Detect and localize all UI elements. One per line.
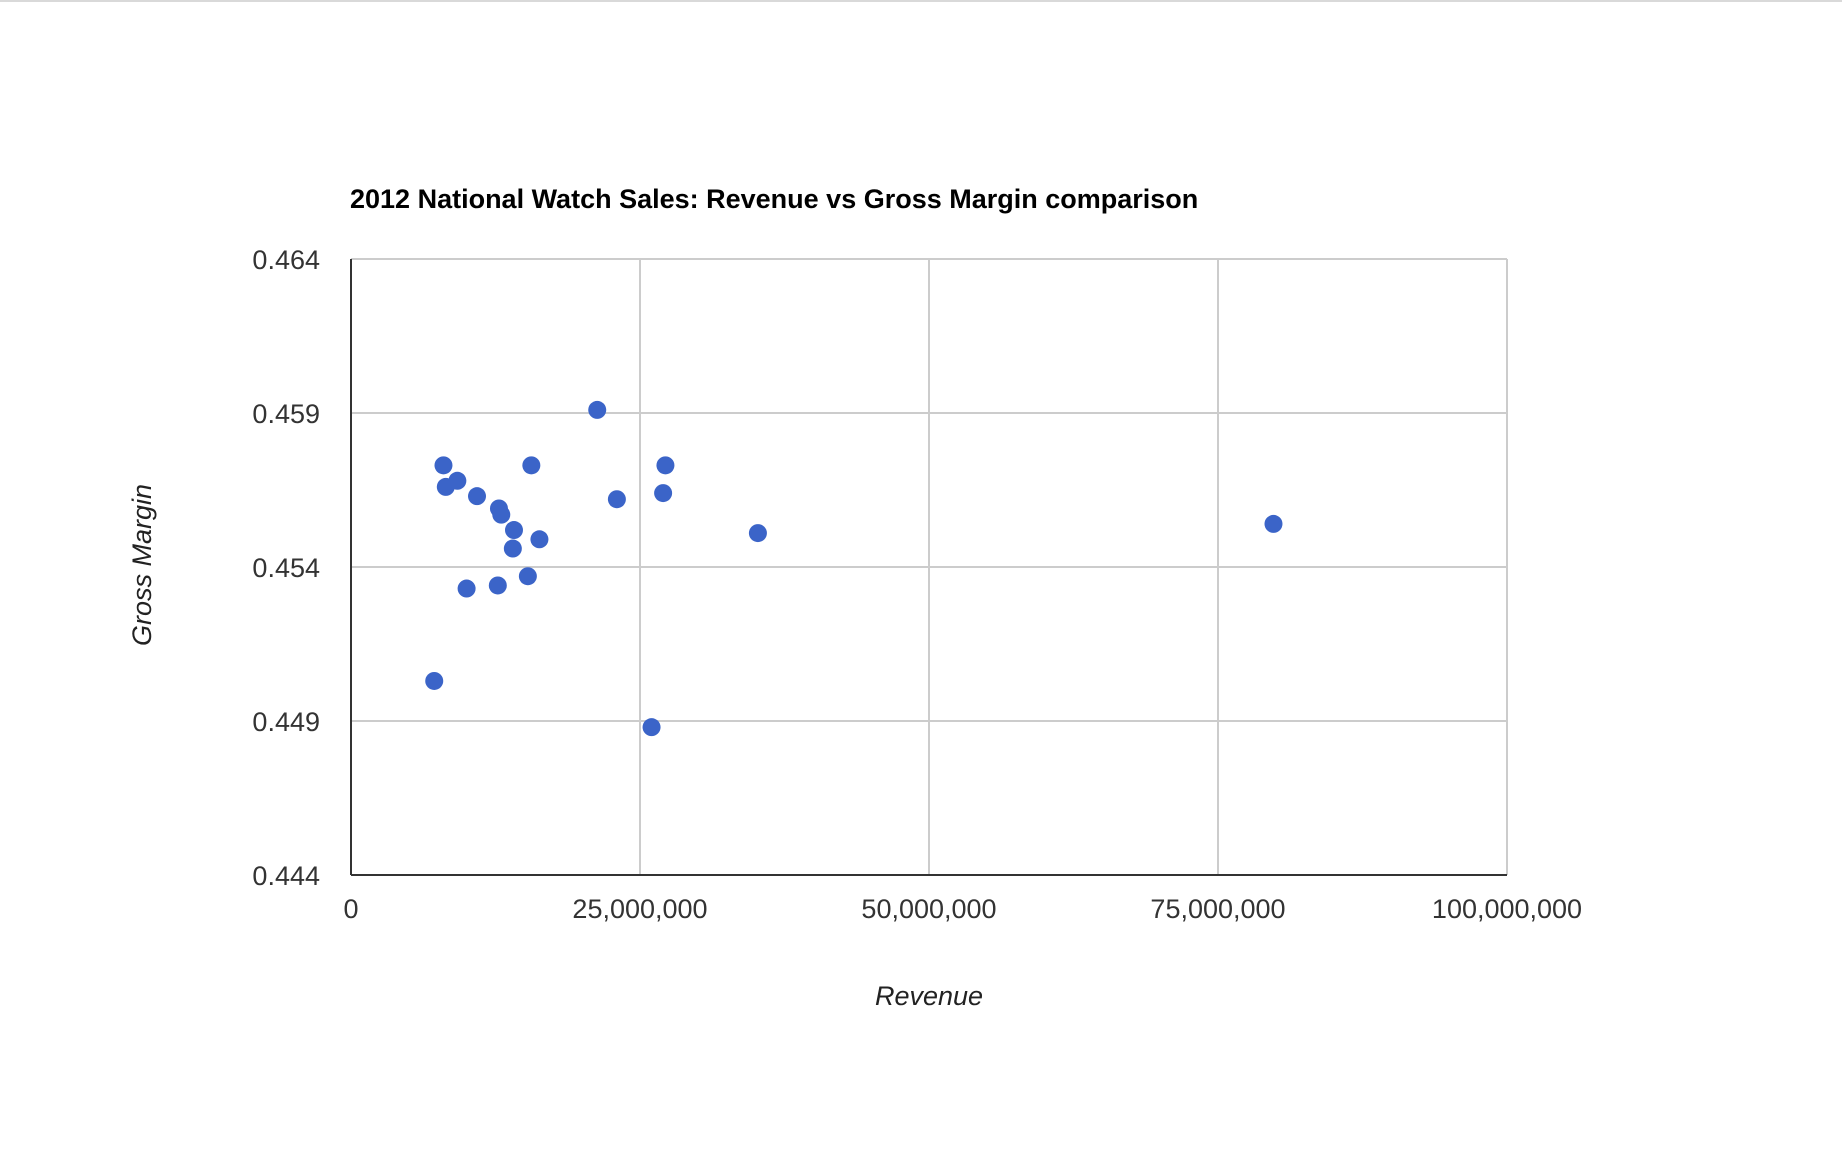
data-point: [503, 539, 522, 558]
data-point: [642, 718, 661, 737]
data-point: [1264, 514, 1283, 533]
data-point: [468, 487, 487, 506]
x-tick-label: 75,000,000: [1150, 894, 1285, 924]
x-axis-title: Revenue: [875, 981, 983, 1011]
data-point: [457, 579, 476, 598]
grid: [350, 258, 1508, 876]
chart-title: 2012 National Watch Sales: Revenue vs Gr…: [350, 184, 1198, 214]
data-point: [448, 471, 467, 490]
y-tick-label: 0.464: [252, 245, 320, 275]
x-tick-label: 50,000,000: [861, 894, 996, 924]
y-tick-label: 0.459: [252, 399, 320, 429]
y-tick-label: 0.449: [252, 707, 320, 737]
data-point: [492, 505, 511, 524]
data-point: [518, 567, 537, 586]
y-tick-label: 0.454: [252, 553, 320, 583]
scatter-chart: 2012 National Watch Sales: Revenue vs Gr…: [127, 184, 1582, 1011]
data-point: [434, 456, 453, 475]
data-point: [748, 524, 767, 543]
y-axis-title: Gross Margin: [127, 484, 157, 646]
y-axis-ticks: 0.444 0.449 0.454 0.459 0.464: [252, 245, 320, 891]
x-tick-label: 100,000,000: [1432, 894, 1582, 924]
x-axis-ticks: 0 25,000,000 50,000,000 75,000,000 100,000,0…: [343, 894, 1582, 924]
data-point: [588, 400, 607, 419]
y-tick-label: 0.444: [252, 861, 320, 891]
data-point: [607, 490, 626, 509]
data-point: [522, 456, 541, 475]
data-points: [425, 400, 1283, 737]
data-point: [425, 671, 444, 690]
data-point: [656, 456, 675, 475]
data-point: [654, 484, 673, 503]
data-point: [530, 530, 549, 549]
x-tick-label: 0: [343, 894, 358, 924]
data-point: [504, 521, 523, 540]
x-tick-label: 25,000,000: [572, 894, 707, 924]
data-point: [488, 576, 507, 595]
